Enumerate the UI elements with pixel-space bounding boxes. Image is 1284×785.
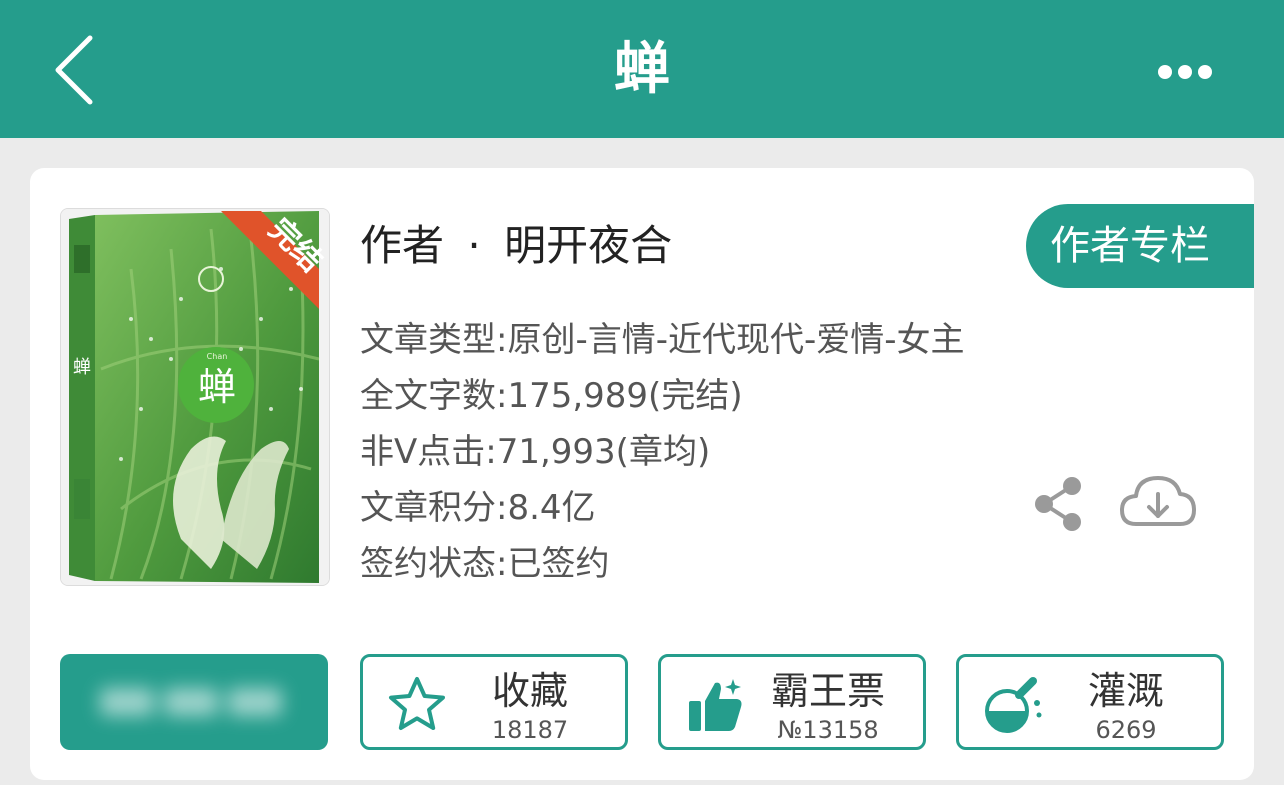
top-bar: 蝉: [0, 0, 1284, 138]
collect-label: 收藏: [491, 669, 568, 713]
vote-label: 霸王票: [770, 669, 885, 713]
author-line[interactable]: 作者 · 明开夜合: [360, 218, 672, 274]
meta-article-type: 文章类型:原创-言情-近代现代-爱情-女主: [360, 320, 965, 360]
cover-title: 蝉: [197, 365, 236, 409]
page-title: 蝉: [614, 37, 670, 102]
nutrient-label: 灌溉: [1087, 669, 1164, 713]
collect-button[interactable]: 收藏 18187: [360, 654, 628, 750]
cloud-download-icon[interactable]: [1118, 470, 1198, 534]
vote-count: №13158: [777, 716, 879, 744]
nutrient-button[interactable]: 灌溉 6269: [956, 654, 1224, 750]
meta-sign-status: 签约状态:已签约: [360, 544, 610, 584]
book-meta: 文章类型:原创-言情-近代现代-爱情-女主 全文字数:175,989(完结) 非…: [360, 312, 965, 592]
nutrient-count: 6269: [1095, 716, 1157, 744]
meta-clicks: 非Ⅴ点击:71,993(章均): [360, 432, 711, 472]
more-dots-icon[interactable]: [1150, 52, 1220, 92]
share-icon[interactable]: [1030, 474, 1086, 534]
author-column-button[interactable]: 作者专栏: [1026, 204, 1254, 288]
cover-spine-title: 蝉: [73, 357, 91, 378]
author-prefix: 作者: [360, 221, 445, 270]
author-name: 明开夜合: [504, 221, 673, 270]
read-button[interactable]: [60, 654, 328, 750]
vote-button[interactable]: 霸王票 №13158: [658, 654, 926, 750]
cover-title-small: Chan: [206, 352, 228, 361]
author-separator: ·: [467, 221, 481, 270]
meta-score: 文章积分:8.4亿: [360, 488, 596, 528]
meta-word-count: 全文字数:175,989(完结): [360, 376, 743, 416]
collect-count: 18187: [491, 716, 569, 744]
book-cover[interactable]: 蝉 Chan 蝉 完结: [60, 208, 330, 586]
book-info-card: 蝉 Chan 蝉 完结 作者 · 明开夜合 作者专栏 文章类型:原创-言情-近代…: [30, 168, 1254, 780]
blurred-label: [100, 682, 290, 722]
